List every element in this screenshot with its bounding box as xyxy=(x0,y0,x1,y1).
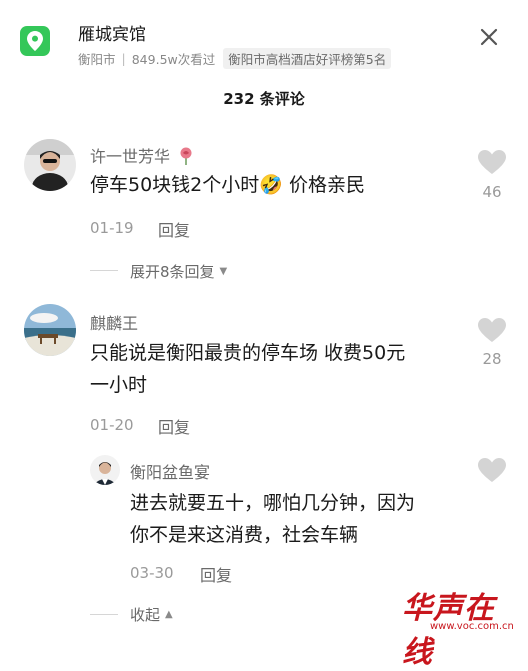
comment-text-line2: 一小时 xyxy=(90,374,148,396)
watermark-logo: 华声在线 www.voc.com.cn xyxy=(402,583,522,670)
view-count: 849.5w次看过 xyxy=(131,52,216,67)
comment-username[interactable]: 许一世芳华 xyxy=(90,143,194,167)
collapse-replies-button[interactable]: 收起 ▲ xyxy=(130,604,173,625)
close-button[interactable] xyxy=(474,22,504,52)
comment-text: 停车50块钱2个小时🤣 价格亲民 xyxy=(90,174,365,196)
reply-button[interactable]: 回复 xyxy=(158,414,190,438)
city-label: 衡阳市 xyxy=(78,52,116,67)
location-pin-icon xyxy=(20,26,50,56)
hotel-name[interactable]: 雁城宾馆 xyxy=(78,20,146,45)
avatar[interactable] xyxy=(24,139,76,191)
heart-icon xyxy=(478,458,506,482)
like-count: 28 xyxy=(482,350,502,368)
chevron-down-icon: ▼ xyxy=(219,266,228,277)
heart-icon xyxy=(478,150,506,174)
reply-text-line2: 你不是来这消费，社会车辆 xyxy=(130,524,359,546)
thread-divider xyxy=(90,614,118,615)
like-count: 46 xyxy=(482,183,502,201)
reply-username[interactable]: 衡阳盆鱼宴 xyxy=(130,459,210,483)
reply-avatar[interactable] xyxy=(90,455,120,485)
watermark-url: www.voc.com.cn xyxy=(430,621,514,632)
heart-icon xyxy=(478,318,506,342)
comment-username[interactable]: 麒麟王 xyxy=(90,310,138,334)
avatar[interactable] xyxy=(24,304,76,356)
like-button[interactable] xyxy=(472,150,512,175)
rank-badge[interactable]: 衡阳市高档酒店好评榜第5名 xyxy=(223,48,392,69)
collapse-replies-label[interactable]: 收起 xyxy=(130,604,160,625)
comment-date: 01-19 xyxy=(90,219,134,237)
comment-date: 01-20 xyxy=(90,416,134,434)
reply-date: 03-30 xyxy=(130,564,174,582)
reply-button[interactable]: 回复 xyxy=(200,562,232,586)
comments-count-title: 232 条评论 xyxy=(223,90,305,108)
expand-replies-button[interactable]: 展开8条回复 ▼ xyxy=(130,261,227,282)
hotel-meta: 衡阳市 | 849.5w次看过 衡阳市高档酒店好评榜第5名 xyxy=(78,48,392,69)
rose-icon xyxy=(180,147,192,165)
thread-divider xyxy=(90,270,118,271)
expand-replies-label[interactable]: 展开8条回复 xyxy=(130,261,215,282)
username-text[interactable]: 许一世芳华 xyxy=(90,147,170,166)
close-icon xyxy=(480,28,498,46)
like-button[interactable] xyxy=(472,458,512,483)
chevron-up-icon: ▲ xyxy=(165,609,173,620)
like-button[interactable] xyxy=(472,318,512,343)
reply-button[interactable]: 回复 xyxy=(158,217,190,241)
comment-text-line1: 只能说是衡阳最贵的停车场 收费50元 xyxy=(90,342,406,364)
reply-text-line1: 进去就要五十，哪怕几分钟，因为 xyxy=(130,492,416,514)
meta-divider: | xyxy=(121,51,126,66)
